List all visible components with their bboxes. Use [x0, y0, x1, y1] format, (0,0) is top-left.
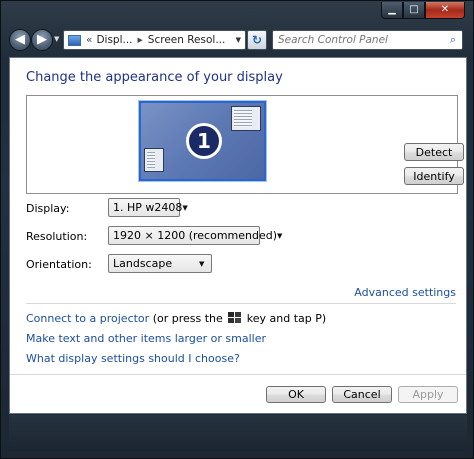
refresh-button[interactable]: ↻: [247, 30, 267, 50]
detect-button[interactable]: Detect: [404, 143, 464, 161]
minimize-icon[interactable]: ▁: [381, 2, 403, 19]
projector-hint-before: (or press the: [152, 312, 223, 325]
breadcrumb-separator-icon[interactable]: ▸: [138, 34, 143, 46]
advanced-settings-link[interactable]: Advanced settings: [354, 286, 456, 299]
forward-button[interactable]: ▶: [31, 29, 53, 51]
monitor-number-badge: 1: [186, 123, 222, 159]
mini-window-icon: [231, 106, 261, 131]
mini-window-icon: [144, 148, 164, 172]
resolution-label: Resolution:: [26, 230, 88, 243]
display-value: 1. HP w2408: [113, 201, 183, 214]
divider: [26, 303, 456, 304]
orientation-select[interactable]: Landscape ▼: [108, 254, 212, 273]
resolution-select[interactable]: 1920 × 1200 (recommended) ▼: [108, 226, 282, 245]
chevron-down-icon: ▼: [277, 231, 283, 240]
orientation-value: Landscape: [113, 257, 173, 270]
screen-resolution-window: ▁ □ ✕ ◀ ▶ ▼ « Displ... ▸ Screen Resol...…: [0, 0, 474, 459]
window-controls: ▁ □ ✕: [381, 2, 465, 19]
search-icon[interactable]: ⌕: [444, 33, 462, 47]
display-select[interactable]: 1. HP w2408 ▼: [108, 198, 188, 217]
text-size-link[interactable]: Make text and other items larger or smal…: [26, 332, 266, 345]
maximize-icon[interactable]: □: [403, 2, 425, 19]
breadcrumb-screen-resolution[interactable]: Screen Resol...: [148, 34, 226, 46]
search-box[interactable]: ⌕: [272, 30, 463, 50]
close-icon[interactable]: ✕: [425, 2, 465, 19]
address-dropdown-icon[interactable]: ▼: [236, 36, 241, 44]
control-panel-icon: [68, 34, 81, 46]
ok-button[interactable]: OK: [266, 386, 326, 403]
search-input[interactable]: [273, 34, 444, 46]
apply-button[interactable]: Apply: [398, 386, 458, 403]
orientation-label: Orientation:: [26, 258, 92, 271]
cancel-button[interactable]: Cancel: [332, 386, 392, 403]
resolution-value: 1920 × 1200 (recommended): [113, 229, 278, 242]
content-panel: Change the appearance of your display 1 …: [9, 57, 467, 414]
display-preview: 1 Detect Identify: [26, 95, 464, 194]
page-title: Change the appearance of your display: [26, 70, 283, 85]
footer-divider: [10, 374, 466, 375]
monitor-preview[interactable]: 1: [138, 100, 267, 182]
display-label: Display:: [26, 202, 70, 215]
connect-projector-link[interactable]: Connect to a projector: [26, 312, 149, 325]
back-button[interactable]: ◀: [9, 29, 31, 51]
window-bottom-frame: [9, 415, 467, 451]
address-prefix[interactable]: «: [86, 34, 92, 46]
address-bar[interactable]: « Displ... ▸ Screen Resol... ▼: [63, 30, 246, 50]
projector-line: Connect to a projector (or press the key…: [26, 312, 326, 325]
identify-button[interactable]: Identify: [404, 167, 464, 185]
recent-pages-dropdown-icon[interactable]: ▼: [54, 35, 59, 43]
chevron-down-icon: ▼: [199, 259, 205, 268]
projector-hint-after: key and tap P): [246, 312, 327, 325]
breadcrumb-display[interactable]: Displ...: [96, 34, 132, 46]
display-help-link[interactable]: What display settings should I choose?: [26, 352, 240, 365]
chevron-down-icon: ▼: [182, 203, 188, 212]
windows-key-icon: [228, 312, 242, 323]
